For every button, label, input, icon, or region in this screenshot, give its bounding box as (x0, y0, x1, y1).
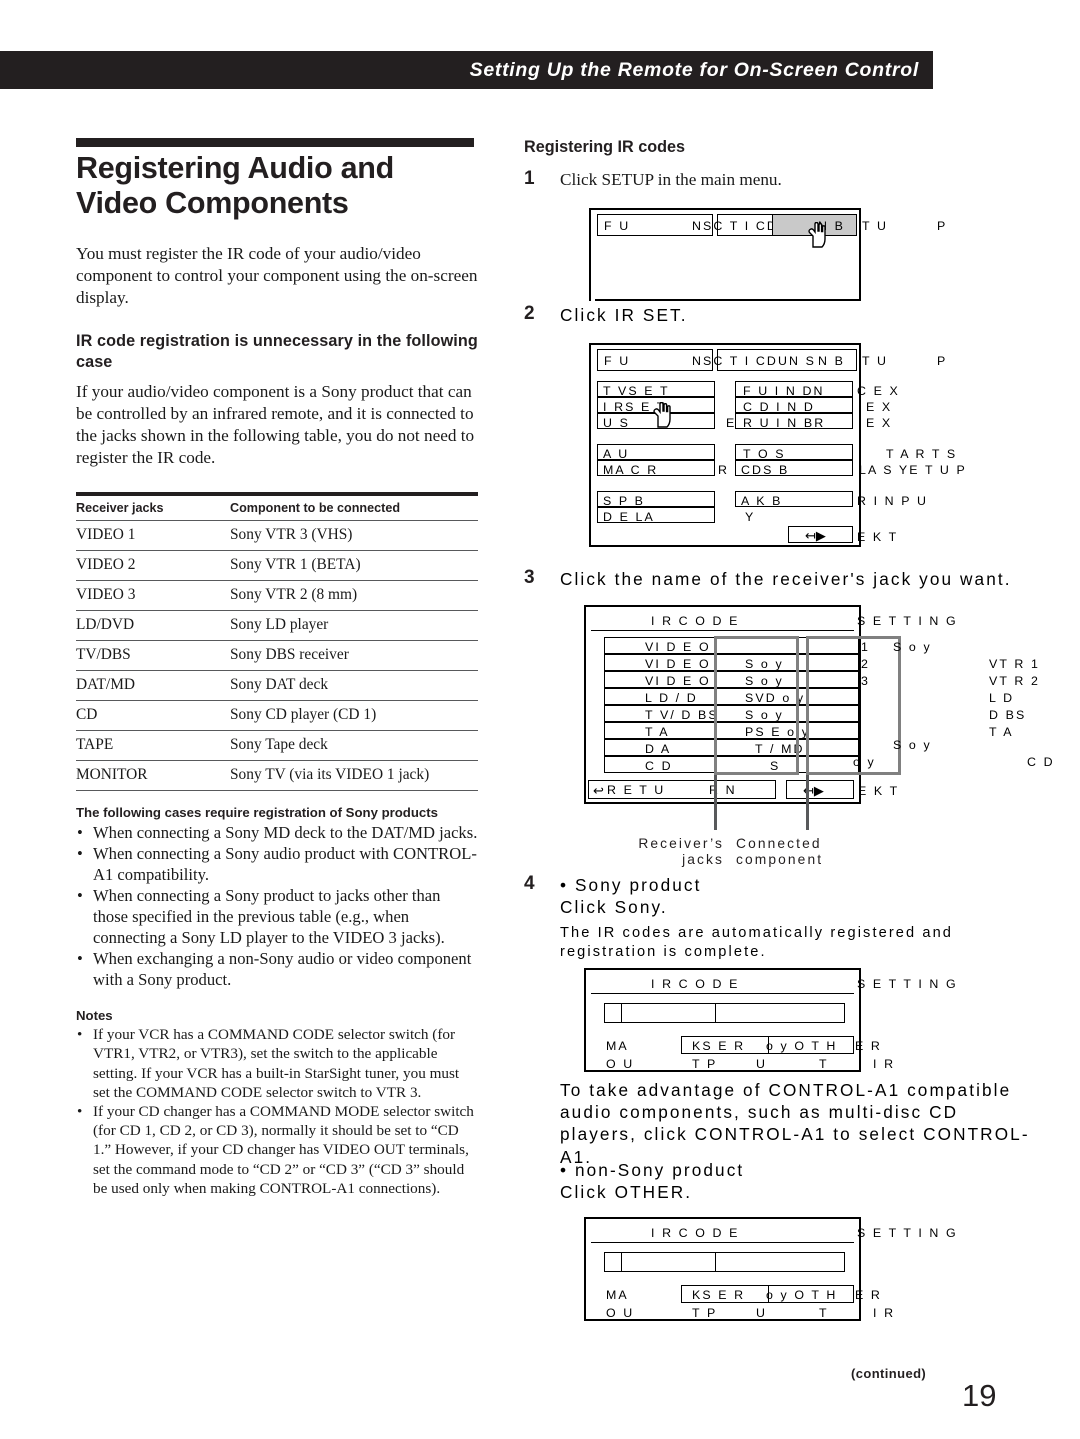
ir-other-header-tail: S E T T I N G (857, 1226, 958, 1240)
ir-sony-field-small[interactable] (604, 1003, 622, 1023)
page-number: 19 (962, 1378, 997, 1413)
ir-sony-sub2: U (756, 1057, 768, 1071)
step-4-click-sony: Click Sony. (560, 897, 668, 918)
ir-other-label-ma: MA (606, 1288, 629, 1302)
ir-sony-sub3: T (819, 1057, 829, 1071)
step-4-block: 4 • Sony product Click Sony. The IR code… (0, 0, 1080, 1439)
ir-sony-label-ou: O U (606, 1057, 635, 1071)
ir-other-sub1: T P (692, 1306, 718, 1320)
nonsony-block: • non-Sony product Click OTHER. (524, 1159, 1030, 1203)
control-a1-note: To take advantage of CONTROL-A1 compatib… (560, 1080, 1030, 1167)
ir-sony-header-tail: S E T T I N G (857, 977, 958, 991)
step-4: 4 • Sony product Click Sony. The IR code… (524, 873, 1030, 962)
ir-sony-btn-tail: E R (855, 1039, 882, 1053)
control-a1-note-block: To take advantage of CONTROL-A1 compatib… (524, 1079, 1030, 1168)
step-4-bullet-sony: • Sony product (560, 875, 702, 895)
ir-other-label-ou: O U (606, 1306, 635, 1320)
ir-sony-field-right[interactable] (715, 1003, 845, 1023)
ir-sony-button-other-label: o y O T H (766, 1039, 838, 1053)
ir-sony-sub1: T P (692, 1057, 718, 1071)
ir-sony-button-other[interactable]: o y O T H (766, 1036, 854, 1054)
ir-other-field-right[interactable] (715, 1252, 845, 1272)
ir-other-btn-tail: E R (855, 1288, 882, 1302)
ir-other-button-label: KS E R (692, 1288, 746, 1302)
step-4-sony-note: The IR codes are automatically registere… (560, 925, 954, 961)
ir-other-button-sony[interactable]: KS E R (681, 1285, 769, 1303)
ir-other-sub-tail: I R (873, 1306, 896, 1320)
step-4-click-other: Click OTHER. (560, 1182, 693, 1203)
step-4-bullet-nonsony: • non-Sony product (560, 1160, 745, 1180)
footer-continued: (continued) (851, 1366, 927, 1381)
ir-other-button-other-label: o y O T H (766, 1288, 838, 1302)
ir-other-header-label: I R C O D E (651, 1226, 740, 1240)
ir-sony-sub-tail: I R (873, 1057, 896, 1071)
ir-sony-header-label: I R C O D E (651, 977, 740, 991)
ir-sony-button-sony[interactable]: KS E R (681, 1036, 769, 1054)
ir-sony-label-ma: MA (606, 1039, 629, 1053)
ir-other-field-small[interactable] (604, 1252, 622, 1272)
step-number: 4 (524, 873, 537, 894)
ir-other-field-left[interactable] (621, 1252, 716, 1272)
ir-other-sub2: U (756, 1306, 768, 1320)
ir-other-button-other[interactable]: o y O T H (766, 1285, 854, 1303)
ir-other-sub3: T (819, 1306, 829, 1320)
ir-sony-button-label: KS E R (692, 1039, 746, 1053)
ir-sony-field-left[interactable] (621, 1003, 716, 1023)
